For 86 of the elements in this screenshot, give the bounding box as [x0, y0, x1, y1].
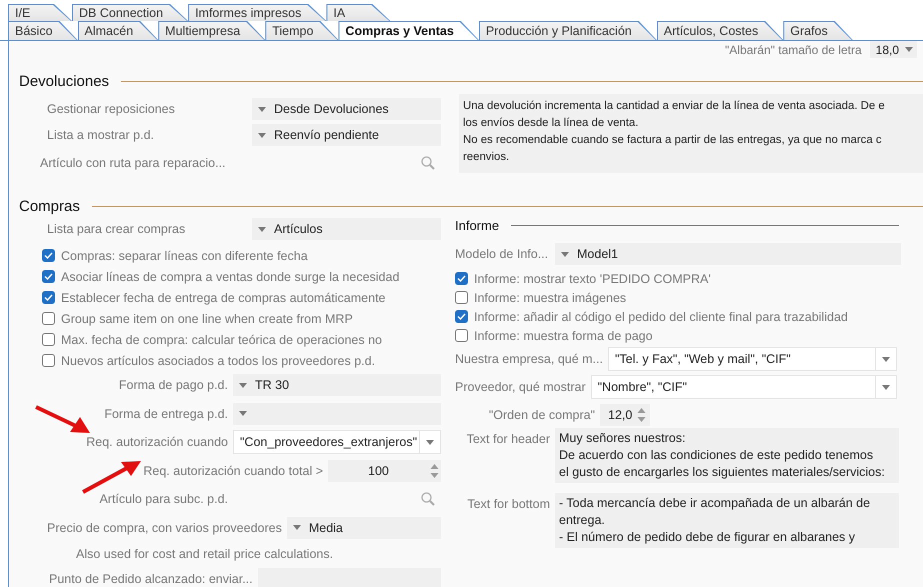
checkbox[interactable]	[455, 329, 468, 342]
number-field[interactable]: 12,0	[600, 404, 650, 426]
caret-icon[interactable]	[426, 440, 434, 445]
tab[interactable]: Imformes impresos	[189, 5, 326, 21]
checkbox[interactable]	[42, 291, 55, 304]
section-title: Compras	[19, 198, 80, 214]
checkbox[interactable]	[455, 291, 468, 304]
tab[interactable]: Producción y Planificación	[480, 22, 656, 40]
checkbox-label: Informe: añadir al código el pedido del cliente final para trazabilidad	[474, 310, 848, 324]
section-title: Devoluciones	[19, 72, 110, 90]
field-label: "Albarán" tamaño de letra	[725, 42, 862, 56]
field-label: Lista para crear compras	[47, 222, 186, 236]
field-label: Req. autorización cuando	[85, 435, 228, 450]
note-text: Also used for cost and retail price calculations.	[76, 547, 334, 561]
tab[interactable]: Compras y Ventas	[339, 22, 478, 40]
checkbox-label: Informe: muestra imágenes	[474, 290, 626, 304]
checkbox[interactable]	[42, 249, 55, 262]
checkbox-label: Group same item on one line when create from MRP	[61, 312, 353, 326]
dropdown[interactable]: "Con_proveedores_extranjeros"	[233, 430, 441, 454]
dropdown[interactable]: Reenvío pendiente	[252, 124, 441, 146]
caret-icon[interactable]	[882, 356, 890, 362]
field-label: Punto de Pedido alcanzado: enviar...	[49, 572, 253, 586]
caret-icon[interactable]	[561, 252, 569, 256]
caret-icon[interactable]	[292, 525, 301, 530]
checkbox-label: Establecer fecha de entrega de compras automáticamente	[61, 290, 386, 304]
caret-icon[interactable]	[239, 382, 247, 388]
checkbox-label: Max. fecha de compra: calcular teórica de operaciones no	[61, 332, 382, 346]
field-label: Req. autorización cuando total >	[142, 464, 323, 478]
description-text: Una devolución incrementa la cantidad a enviar de la línea de venta asociada. De e los envíos desde la línea de venta. No es recomendable cuando se factura a partir de las entregas, ya que no marca c reenvios.	[459, 94, 923, 173]
number-field[interactable]: 18,0	[870, 41, 917, 58]
tab[interactable]: Multiempresa	[159, 22, 264, 40]
tab[interactable]: Básico	[9, 22, 77, 40]
checkbox[interactable]	[455, 272, 468, 285]
section-title: Informe	[455, 218, 500, 232]
tab[interactable]: Grafos	[784, 22, 852, 40]
tab[interactable]: I/E	[9, 5, 71, 21]
caret-icon[interactable]	[258, 106, 266, 112]
checkbox[interactable]	[42, 354, 55, 367]
tab[interactable]: DB Connection	[73, 5, 188, 21]
field-label: Forma de entrega p.d.	[103, 406, 228, 421]
checkbox[interactable]	[42, 333, 55, 346]
field-label: Modelo de Info...	[455, 247, 550, 261]
tab[interactable]: Almacén	[78, 22, 158, 40]
field-label: "Orden de compra"	[488, 408, 595, 422]
field-label: Text for header	[466, 431, 550, 446]
text-area[interactable]: Muy señores nuestros: De acuerdo con las condiciones de este pedido tenemos el gusto de encargarles los siguientes materiales/servicios:	[555, 428, 899, 483]
field-label: Artículo con ruta para reparacio...	[40, 156, 226, 170]
search-icon[interactable]	[421, 156, 435, 170]
dropdown[interactable]: TR 30	[233, 374, 441, 396]
tab[interactable]: Tiempo	[266, 22, 338, 40]
field-label: Artículo para subc. p.d.	[98, 492, 228, 506]
tab[interactable]: IA	[327, 5, 390, 21]
dropdown[interactable]: Model1	[555, 243, 901, 265]
arrow	[35, 405, 90, 433]
caret-icon[interactable]	[905, 47, 913, 52]
field-label: Proveedor, qué mostrar	[455, 380, 586, 394]
dropdown[interactable]: Artículos	[252, 218, 441, 240]
checkbox[interactable]	[455, 310, 468, 323]
tab[interactable]: Artículos, Costes	[658, 22, 782, 40]
field-label: Lista a mostrar p.d.	[47, 128, 155, 142]
field-label: Nuestra empresa, qué m...	[455, 352, 603, 366]
field-label: Forma de pago p.d.	[118, 378, 228, 392]
arrow	[82, 461, 141, 494]
search-icon[interactable]	[421, 492, 435, 506]
field-label: Precio de compra, con varios proveedores	[47, 520, 282, 535]
checkbox-label: Nuevos artículos asociados a todos los proveedores p.d.	[61, 354, 376, 368]
dropdown[interactable]: Media	[286, 516, 441, 539]
field-label: Gestionar reposiciones	[47, 102, 176, 116]
caret-icon[interactable]	[882, 384, 890, 390]
checkbox-label: Asociar líneas de compra a ventas donde surge la necesidad	[61, 270, 400, 284]
spinner-icon[interactable]	[430, 462, 439, 479]
field-label: Text for bottom	[466, 496, 550, 511]
text-area[interactable]: - Toda mercancía debe ir acompañada de un albarán de entrega. - El número de pedido debe de figurar en albaranes y	[555, 493, 899, 548]
checkbox-label: Informe: muestra forma de pago	[474, 328, 653, 342]
caret-icon[interactable]	[258, 132, 266, 138]
caret-icon[interactable]	[239, 411, 247, 416]
dropdown[interactable]: "Tel. y Fax", "Web y mail", "CIF"	[608, 347, 897, 371]
checkbox-label: Compras: separar líneas con diferente fecha	[61, 248, 308, 262]
checkbox[interactable]	[42, 270, 55, 283]
number-field[interactable]: 100	[328, 460, 441, 482]
checkbox[interactable]	[42, 312, 55, 325]
spinner-icon[interactable]	[637, 406, 646, 422]
checkbox-label: Informe: mostrar texto 'PEDIDO COMPRA'	[474, 272, 711, 286]
caret-icon[interactable]	[258, 226, 266, 232]
dropdown[interactable]: "Nombre", "CIF"	[590, 375, 897, 399]
dropdown[interactable]: Desde Devoluciones	[252, 98, 441, 120]
